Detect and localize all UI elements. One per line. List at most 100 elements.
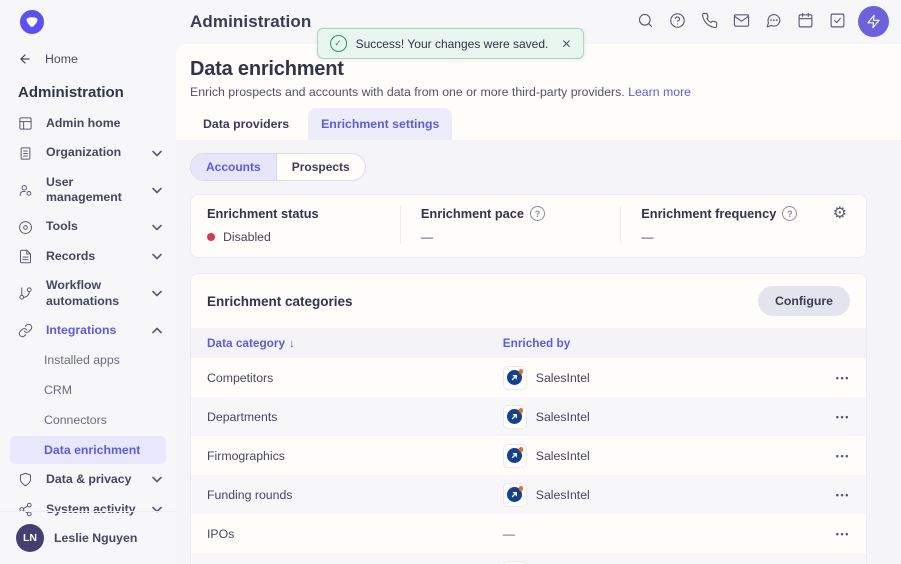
chevron-down-icon [152, 253, 162, 260]
categories-header: Enrichment categories Configure [191, 274, 866, 328]
sidebar-item-user-management[interactable]: User management [0, 168, 176, 213]
status-label: Enrichment status [207, 206, 319, 221]
topbar-tasks-button[interactable] [826, 9, 849, 35]
help-icon[interactable]: ? [530, 206, 546, 221]
learn-more-link[interactable]: Learn more [628, 85, 691, 99]
row-actions-button[interactable]: ••• [836, 486, 850, 504]
sidebar-item-label: Admin home [46, 116, 121, 130]
provider-name: SalesIntel [535, 487, 590, 502]
provider-name: SalesIntel [535, 448, 590, 463]
subtitle-text: Enrich prospects and accounts with data … [190, 85, 625, 99]
table-header: Data category ↓ Enriched by [191, 328, 866, 358]
mail-icon [733, 12, 750, 32]
categories-title: Enrichment categories [207, 293, 353, 309]
sidebar-subitem-data-enrichment[interactable]: Data enrichment [10, 436, 166, 465]
sidebar-item-label: User management [46, 174, 122, 205]
sidebar-item-tools[interactable]: Tools [0, 212, 176, 241]
sidebar-item-admin-home[interactable]: Admin home [0, 109, 176, 138]
sidebar-item-label: Tools [46, 219, 78, 234]
table-row: Competitors SalesIntel ••• [191, 358, 866, 397]
table-row: Departments SalesIntel ••• [191, 397, 866, 436]
record-type-segmented-control: Accounts Prospects [190, 153, 366, 181]
sidebar-subitem-crm[interactable]: CRM [0, 375, 176, 405]
sidebar-subitem-connectors[interactable]: Connectors [0, 405, 176, 435]
user-menu[interactable]: LN Leslie Nguyen [0, 511, 176, 564]
row-actions-button[interactable]: ••• [836, 369, 850, 387]
app-window: Administration ✓ Success! Your changes w… [0, 0, 901, 564]
topbar-search-button[interactable] [634, 9, 657, 35]
chevron-down-icon [152, 224, 162, 231]
status-dot-icon [207, 233, 215, 241]
help-icon [669, 12, 686, 32]
row-actions-button[interactable]: ••• [836, 408, 850, 426]
sidebar-item-integrations[interactable]: Integrations [0, 316, 176, 345]
content-area: Accounts Prospects Enrichment status Dis… [176, 140, 901, 564]
data-privacy-icon [18, 472, 34, 487]
tab-data-providers[interactable]: Data providers [190, 108, 302, 140]
topbar-chat-button[interactable] [762, 9, 785, 35]
row-actions-button[interactable]: ••• [836, 447, 850, 465]
sidebar-item-workflow-automations[interactable]: Workflow automations [0, 271, 176, 316]
topbar-phone-button[interactable] [698, 9, 721, 35]
integrations-icon [18, 323, 34, 338]
category-cell: Departments [207, 409, 278, 424]
toast-close-icon[interactable]: ✕ [557, 37, 571, 51]
table-row: Job postingSalesIntel••• [191, 553, 866, 564]
salesintel-logo-icon [502, 365, 527, 390]
calendar-icon [797, 12, 814, 32]
tools-icon [18, 220, 34, 235]
topbar-mail-button[interactable] [730, 9, 753, 35]
topbar-help-button[interactable] [666, 9, 689, 35]
provider-name: SalesIntel [535, 409, 590, 424]
user-name: Leslie Nguyen [54, 531, 138, 545]
sidebar-subitem-installed-apps[interactable]: Installed apps [0, 345, 176, 375]
sidebar-item-organization[interactable]: Organization [0, 138, 176, 167]
status-column: Enrichment status Disabled [207, 206, 400, 244]
sidebar-item-label: Data & privacy [46, 472, 132, 487]
table-row: Funding rounds SalesIntel ••• [191, 475, 866, 514]
data-category-header-label: Data category [207, 336, 286, 350]
table-row: IPOs — ••• [191, 514, 866, 553]
page-title: Data enrichment [190, 58, 344, 80]
sidebar: Home Administration Admin home Organizati… [0, 44, 176, 564]
table-row: Firmographics SalesIntel ••• [191, 436, 866, 475]
pace-label-text: Enrichment pace [420, 206, 525, 221]
tab-enrichment-settings[interactable]: Enrichment settings [308, 108, 453, 140]
empty-value: — [502, 526, 516, 541]
salesintel-logo-icon [502, 443, 527, 468]
avatar: LN [16, 524, 44, 552]
help-icon[interactable]: ? [782, 206, 798, 221]
chevron-down-icon [152, 290, 162, 297]
quick-actions-button[interactable] [858, 6, 889, 37]
phone-icon [701, 12, 718, 32]
salesintel-logo-icon [502, 560, 527, 564]
row-actions-button[interactable]: ••• [836, 525, 850, 543]
segment-accounts[interactable]: Accounts [191, 154, 276, 180]
salesintel-logo-icon [502, 482, 527, 507]
pace-label: Enrichment pace ? [421, 206, 620, 221]
gear-icon[interactable]: ⚙ [827, 205, 853, 223]
enriched-by-cell: — [503, 527, 836, 541]
chevron-down-icon [152, 187, 162, 194]
topbar-calendar-button[interactable] [794, 9, 817, 35]
column-header-enriched-by: Enriched by [502, 336, 571, 350]
category-cell: IPOs [207, 526, 235, 541]
records-icon [18, 249, 34, 264]
page-subtitle: Enrich prospects and accounts with data … [190, 85, 871, 99]
user-management-icon [18, 183, 34, 198]
lightning-icon [866, 14, 881, 29]
configure-button[interactable]: Configure [757, 286, 850, 316]
column-header-data-category[interactable]: Data category ↓ [207, 336, 503, 350]
sidebar-item-label: Records [46, 248, 96, 263]
table-body: Competitors SalesIntel ••• Departments Sales… [191, 358, 866, 564]
segment-prospects[interactable]: Prospects [275, 154, 365, 180]
chat-icon [765, 12, 782, 32]
sidebar-item-records[interactable]: Records [0, 242, 176, 271]
sidebar-section-title: Administration [18, 84, 124, 101]
category-cell: Competitors [207, 370, 274, 385]
salesintel-logo-icon [502, 404, 527, 429]
back-to-home[interactable]: Home [0, 44, 176, 72]
enrichment-status-card: Enrichment status Disabled Enrichment pa… [190, 194, 867, 258]
pace-value: — [420, 230, 434, 244]
sidebar-item-data-privacy[interactable]: Data & privacy [0, 465, 176, 494]
